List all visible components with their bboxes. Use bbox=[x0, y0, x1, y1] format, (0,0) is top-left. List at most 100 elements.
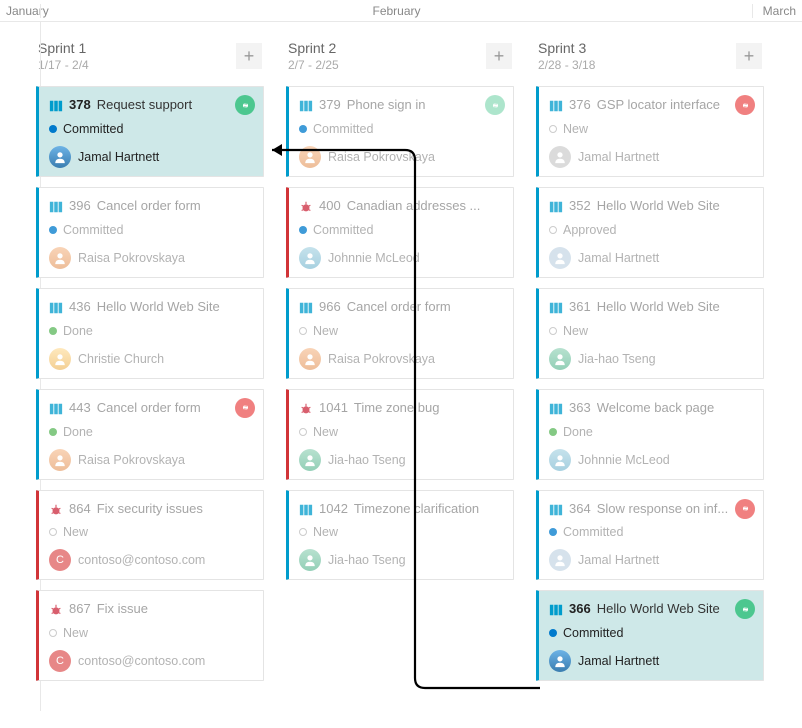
avatar bbox=[549, 449, 571, 471]
backlog-item-icon bbox=[49, 402, 63, 416]
avatar bbox=[299, 549, 321, 571]
state-dot-icon bbox=[549, 629, 557, 637]
work-item-card[interactable]: 364Slow response on inf...CommittedJamal… bbox=[536, 490, 764, 581]
work-item-id: 352 bbox=[569, 198, 591, 215]
work-item-title: Slow response on inf... bbox=[597, 501, 753, 518]
link-badge-icon bbox=[485, 95, 505, 115]
state-label: New bbox=[563, 324, 588, 338]
assignee-name: Johnnie McLeod bbox=[578, 453, 670, 467]
sprint-column: Sprint 2 2/7 - 2/25+379 Phone sign in Commi… bbox=[286, 30, 514, 691]
assignee-name: Jamal Hartnett bbox=[578, 251, 659, 265]
work-item-card[interactable]: 361Hello World Web SiteNewJia-hao Tseng bbox=[536, 288, 764, 379]
month-bar: January February March bbox=[0, 0, 802, 22]
work-item-id: 443 bbox=[69, 400, 91, 417]
state-dot-icon bbox=[49, 629, 57, 637]
bug-icon bbox=[299, 200, 313, 214]
work-item-card[interactable]: 366Hello World Web SiteCommittedJamal Ha… bbox=[536, 590, 764, 681]
assignee-name: Johnnie McLeod bbox=[328, 251, 420, 265]
sprint-column: Sprint 1 1/17 - 2/4+378Request supportCom… bbox=[36, 30, 264, 691]
work-item-card[interactable]: 378Request supportCommittedJamal Hartnet… bbox=[36, 86, 264, 177]
work-item-card[interactable]: 867Fix issueNewCcontoso@contoso.com bbox=[36, 590, 264, 681]
state-label: Committed bbox=[313, 122, 373, 136]
assignee-name: Jia-hao Tseng bbox=[328, 553, 406, 567]
assignee-name: contoso@contoso.com bbox=[78, 654, 205, 668]
assignee-name: Jia-hao Tseng bbox=[578, 352, 656, 366]
avatar bbox=[549, 247, 571, 269]
avatar bbox=[49, 247, 71, 269]
avatar bbox=[549, 650, 571, 672]
work-item-card[interactable]: 396Cancel order formCommittedRaisa Pokro… bbox=[36, 187, 264, 278]
work-item-card[interactable]: 400Canadian addresses ...CommittedJohnni… bbox=[286, 187, 514, 278]
state-dot-icon bbox=[49, 528, 57, 536]
work-item-card[interactable]: 379Phone sign inCommittedRaisa Pokrovska… bbox=[286, 86, 514, 177]
link-badge-icon bbox=[235, 95, 255, 115]
state-dot-icon bbox=[549, 125, 557, 133]
sprint-dates: 2/7 - 2/25 bbox=[288, 58, 486, 72]
avatar bbox=[549, 348, 571, 370]
assignee-name: Raisa Pokrovskaya bbox=[78, 251, 185, 265]
work-item-id: 379 bbox=[319, 97, 341, 114]
work-item-title: Request support bbox=[97, 97, 253, 114]
state-label: Done bbox=[63, 324, 93, 338]
state-dot-icon bbox=[49, 327, 57, 335]
avatar bbox=[299, 449, 321, 471]
work-item-card[interactable]: 363Welcome back pageDoneJohnnie McLeod bbox=[536, 389, 764, 480]
work-item-title: Timezone clarification bbox=[354, 501, 503, 518]
work-item-card[interactable]: 864Fix security issuesNewCcontoso@contos… bbox=[36, 490, 264, 581]
backlog-item-icon bbox=[49, 301, 63, 315]
work-item-card[interactable]: 443Cancel order formDoneRaisa Pokrovskay… bbox=[36, 389, 264, 480]
backlog-item-icon bbox=[549, 603, 563, 617]
state-label: Approved bbox=[563, 223, 617, 237]
add-work-item-button[interactable]: + bbox=[736, 43, 762, 69]
state-label: New bbox=[63, 626, 88, 640]
sprint-name: Sprint 2 bbox=[288, 40, 486, 56]
work-item-card[interactable]: 966Cancel order formNewRaisa Pokrovskaya bbox=[286, 288, 514, 379]
link-badge-icon bbox=[235, 398, 255, 418]
state-dot-icon bbox=[299, 327, 307, 335]
work-item-id: 436 bbox=[69, 299, 91, 316]
avatar bbox=[299, 247, 321, 269]
work-item-title: Time zone bug bbox=[354, 400, 503, 417]
state-dot-icon bbox=[549, 428, 557, 436]
work-item-id: 966 bbox=[319, 299, 341, 316]
work-item-title: Welcome back page bbox=[597, 400, 753, 417]
work-item-title: Hello World Web Site bbox=[597, 601, 753, 618]
column-header: Sprint 2 2/7 - 2/25+ bbox=[286, 30, 514, 86]
state-label: Committed bbox=[563, 525, 623, 539]
month-label: March bbox=[752, 4, 802, 18]
sprint-name: Sprint 1 bbox=[38, 40, 236, 56]
state-label: Committed bbox=[63, 223, 123, 237]
work-item-id: 361 bbox=[569, 299, 591, 316]
work-item-id: 1041 bbox=[319, 400, 348, 417]
work-item-title: Cancel order form bbox=[97, 400, 253, 417]
work-item-id: 396 bbox=[69, 198, 91, 215]
link-badge-icon bbox=[735, 95, 755, 115]
sprint-dates: 1/17 - 2/4 bbox=[38, 58, 236, 72]
backlog-item-icon bbox=[49, 200, 63, 214]
state-dot-icon bbox=[299, 125, 307, 133]
work-item-card[interactable]: 376GSP locator interfaceNewJamal Hartnet… bbox=[536, 86, 764, 177]
sprint-column: Sprint 32/28 - 3/18+376GSP locator inter… bbox=[536, 30, 764, 691]
work-item-card[interactable]: 1042Timezone clarificationNewJia-hao Tse… bbox=[286, 490, 514, 581]
state-dot-icon bbox=[49, 226, 57, 234]
work-item-id: 1042 bbox=[319, 501, 348, 518]
avatar bbox=[49, 348, 71, 370]
bug-icon bbox=[49, 503, 63, 517]
backlog-item-icon bbox=[299, 503, 313, 517]
state-label: Committed bbox=[563, 626, 623, 640]
link-badge-icon bbox=[735, 499, 755, 519]
assignee-name: Jamal Hartnett bbox=[78, 150, 159, 164]
work-item-card[interactable]: 352Hello World Web SiteApprovedJamal Har… bbox=[536, 187, 764, 278]
work-item-card[interactable]: 436Hello World Web SiteDoneChristie Chur… bbox=[36, 288, 264, 379]
work-item-title: Phone sign in bbox=[347, 97, 503, 114]
avatar: C bbox=[49, 549, 71, 571]
avatar bbox=[49, 449, 71, 471]
add-work-item-button[interactable]: + bbox=[236, 43, 262, 69]
work-item-title: GSP locator interface bbox=[597, 97, 753, 114]
work-item-id: 400 bbox=[319, 198, 341, 215]
work-item-card[interactable]: 1041Time zone bugNewJia-hao Tseng bbox=[286, 389, 514, 480]
state-label: Done bbox=[63, 425, 93, 439]
state-label: New bbox=[313, 324, 338, 338]
add-work-item-button[interactable]: + bbox=[486, 43, 512, 69]
backlog-item-icon bbox=[549, 200, 563, 214]
